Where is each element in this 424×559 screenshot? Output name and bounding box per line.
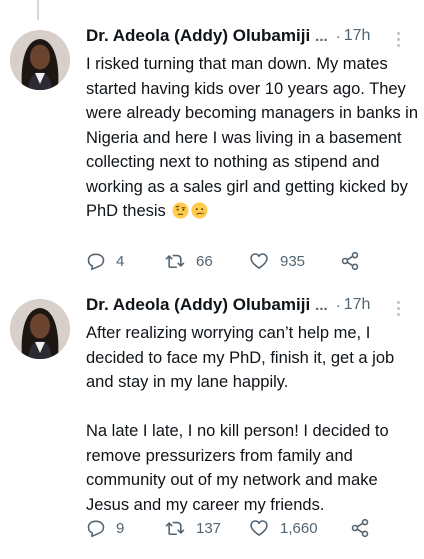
share-icon xyxy=(351,518,369,538)
tweet-actions: 4 66 935 xyxy=(86,249,406,273)
share-icon xyxy=(341,251,359,271)
tweet-timestamp[interactable]: 17h xyxy=(344,296,371,314)
retweet-button[interactable]: 137 xyxy=(164,516,221,540)
tweet-paragraph: After realizing worrying can’t help me, … xyxy=(86,324,395,391)
reply-button[interactable]: 4 xyxy=(86,249,124,273)
tweet-header: Dr. Adeola (Addy) Olubamiji... · 17h xyxy=(86,26,416,52)
retweet-icon xyxy=(165,521,185,536)
retweet-icon xyxy=(165,254,185,269)
tweet-timestamp[interactable]: 17h xyxy=(344,27,371,45)
reply-icon xyxy=(87,253,105,271)
tweet-paragraph: I risked turning that man down. My mates… xyxy=(86,55,419,220)
tweet-actions: 9 137 1,660 xyxy=(86,516,406,540)
reply-icon xyxy=(87,520,105,538)
reply-button[interactable]: 9 xyxy=(86,516,124,540)
tweet-paragraph: Na late I late, I no kill person! I deci… xyxy=(86,422,389,514)
retweet-count: 137 xyxy=(196,519,222,537)
reply-count: 9 xyxy=(116,519,125,537)
author-name[interactable]: Dr. Adeola (Addy) Olubamiji xyxy=(86,295,310,315)
like-icon xyxy=(250,520,268,536)
separator: · xyxy=(335,296,341,314)
share-button[interactable] xyxy=(340,249,360,273)
more-options-icon[interactable] xyxy=(392,28,404,50)
thread-connector-line xyxy=(37,0,39,20)
like-icon xyxy=(250,253,268,269)
name-truncation: ... xyxy=(315,27,328,45)
retweet-button[interactable]: 66 xyxy=(164,249,213,273)
confused-face-emoji xyxy=(191,202,208,219)
name-truncation: ... xyxy=(315,296,328,314)
avatar[interactable] xyxy=(10,30,70,90)
like-button[interactable]: 1,660 xyxy=(248,516,318,540)
avatar[interactable] xyxy=(10,299,70,359)
tweet-header: Dr. Adeola (Addy) Olubamiji... · 17h xyxy=(86,295,416,321)
like-count: 935 xyxy=(280,252,306,270)
author-name[interactable]: Dr. Adeola (Addy) Olubamiji xyxy=(86,26,310,46)
share-button[interactable] xyxy=(350,516,370,540)
tweet-text: I risked turning that man down. My mates… xyxy=(86,52,420,224)
retweet-count: 66 xyxy=(196,252,213,270)
tweet-text: After realizing worrying can’t help me, … xyxy=(86,321,420,517)
like-count: 1,660 xyxy=(280,519,318,537)
more-options-icon[interactable] xyxy=(392,297,404,319)
face-with-raised-eyebrow-emoji xyxy=(172,202,189,219)
reply-count: 4 xyxy=(116,252,125,270)
like-button[interactable]: 935 xyxy=(248,249,305,273)
separator: · xyxy=(335,27,341,45)
